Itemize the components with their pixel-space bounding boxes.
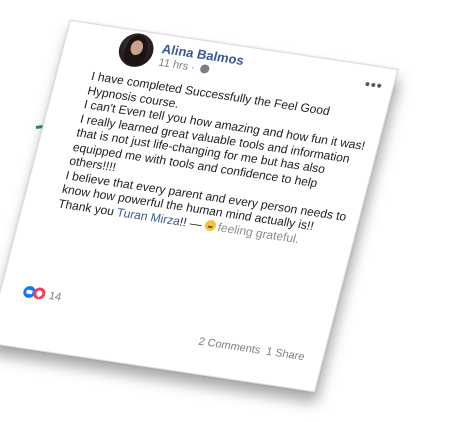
more-options-icon[interactable]: ••• [363,76,385,94]
grateful-emoji-icon [203,218,218,232]
post-body: I have completed Successfully the Feel G… [57,69,380,253]
love-reaction-icon [31,286,47,301]
avatar[interactable] [115,31,158,70]
engagement-stats: 2 Comments 1 Share [197,336,306,363]
facebook-post-card: Alina Balmos 11 hrs · ••• I have complet… [0,20,399,393]
reactions-summary[interactable]: 14 [22,285,63,304]
meta-separator: · [189,61,197,74]
globe-icon [198,63,210,74]
comments-count-link[interactable]: 2 Comments [197,336,262,357]
thanks-suffix: !! — [178,214,207,232]
shares-count-link[interactable]: 1 Share [265,346,306,363]
reaction-count: 14 [47,290,63,304]
screenshot-stage: Alina Balmos 11 hrs · ••• I have complet… [0,0,461,422]
